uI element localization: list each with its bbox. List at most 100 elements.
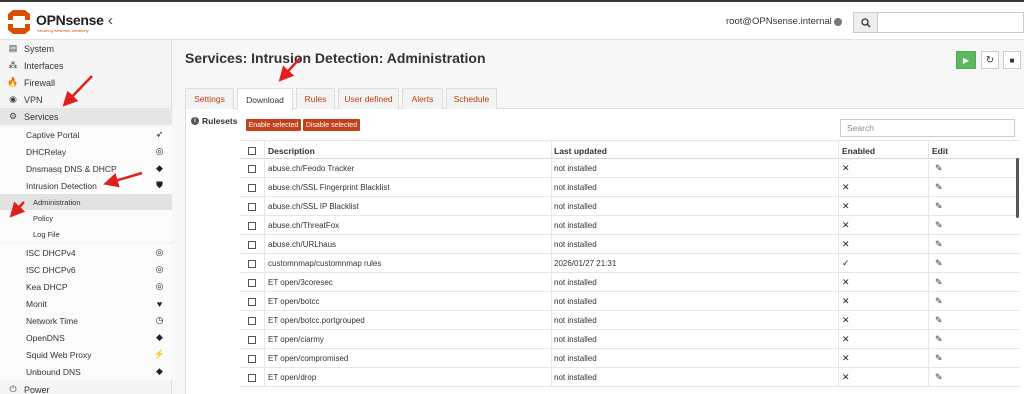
table-row[interactable]: abuse.ch/SSL IP Blacklist not installed ✕ ✎ [240,197,1020,216]
table-scrollbar[interactable] [1016,158,1019,218]
pencil-icon[interactable]: ✎ [935,258,943,269]
tab-user-defined[interactable]: User defined [338,88,399,109]
row-checkbox[interactable] [248,278,256,287]
column-header-enabled[interactable]: Enabled [838,141,928,160]
start-service-button[interactable]: ▶ [956,51,976,69]
table-row[interactable]: abuse.ch/SSL Fingerprint Blacklist not in… [240,178,1020,197]
sidebar-item-system[interactable]: ▤ System [0,40,172,57]
cross-icon[interactable]: ✕ [842,182,850,193]
row-checkbox-cell[interactable] [240,368,264,387]
cross-icon[interactable]: ✕ [842,372,850,383]
sidebar-item-dnsmasq-dns-dhcp[interactable]: Dnsmasq DNS & DHCP ◆ [0,160,172,177]
row-checkbox-cell[interactable] [240,349,264,368]
sidebar-item-monit[interactable]: Monit ♥ [0,295,172,312]
tab-alerts[interactable]: Alerts [402,88,443,109]
row-checkbox-cell[interactable] [240,197,264,216]
checkmark-icon[interactable]: ✓ [842,258,850,269]
pencil-icon[interactable]: ✎ [935,201,943,212]
select-all-checkbox[interactable] [248,146,256,155]
row-checkbox-cell[interactable] [240,254,264,273]
row-checkbox[interactable] [248,373,256,382]
search-icon[interactable] [853,12,878,33]
table-row[interactable]: abuse.ch/ThreatFox not installed ✕ ✎ [240,216,1020,235]
sidebar-item-isc-dhcpv4[interactable]: ISC DHCPv4 ◎ [0,244,172,261]
row-checkbox[interactable] [248,221,256,230]
table-row[interactable]: ET open/drop not installed ✕ ✎ [240,368,1020,387]
table-row[interactable]: customnmap/customnmap rules 2026/01/27 21… [240,254,1020,273]
cross-icon[interactable]: ✕ [842,334,850,345]
reload-button[interactable]: ↻ [981,51,999,69]
cross-icon[interactable]: ✕ [842,201,850,212]
table-row[interactable]: abuse.ch/URLhaus not installed ✕ ✎ [240,235,1020,254]
row-checkbox[interactable] [248,259,256,268]
sidebar-item-log-file[interactable]: Log File [0,226,172,242]
row-checkbox[interactable] [248,240,256,249]
opnsense-logo[interactable]: OPNsense Securing networks, intuitively [6,8,106,36]
sidebar-item-administration[interactable]: Administration [0,194,172,210]
table-row[interactable]: ET open/3coresec not installed ✕ ✎ [240,273,1020,292]
row-checkbox-cell[interactable] [240,216,264,235]
column-header-last-updated[interactable]: Last updated [551,141,838,160]
sidebar-item-services[interactable]: ⚙ Services [0,108,172,125]
sidebar-item-intrusion-detection[interactable]: Intrusion Detection ⛊ [0,177,172,194]
row-checkbox[interactable] [248,335,256,344]
row-checkbox[interactable] [248,316,256,325]
row-checkbox[interactable] [248,202,256,211]
sidebar-item-unbound-dns[interactable]: Unbound DNS ◆ [0,363,172,380]
sidebar-item-opendns[interactable]: OpenDNS ◆ [0,329,172,346]
table-row[interactable]: ET open/compromised not installed ✕ ✎ [240,349,1020,368]
row-checkbox[interactable] [248,354,256,363]
row-checkbox-cell[interactable] [240,311,264,330]
cross-icon[interactable]: ✕ [842,220,850,231]
sidebar-item-captive-portal[interactable]: Captive Portal ➶ [0,126,172,143]
sidebar-item-policy[interactable]: Policy [0,210,172,226]
global-search-input[interactable] [877,12,1024,33]
pencil-icon[interactable]: ✎ [935,182,943,193]
sidebar-item-dhcrelay[interactable]: DHCRelay ◎ [0,143,172,160]
tab-rules[interactable]: Rules [296,88,335,109]
pencil-icon[interactable]: ✎ [935,353,943,364]
pencil-icon[interactable]: ✎ [935,239,943,250]
row-checkbox[interactable] [248,164,256,173]
pencil-icon[interactable]: ✎ [935,220,943,231]
pencil-icon[interactable]: ✎ [935,277,943,288]
sidebar-item-squid-web-proxy[interactable]: Squid Web Proxy ⚡ [0,346,172,363]
column-header-description[interactable]: Description [264,141,551,160]
sidebar-item-firewall[interactable]: 🔥 Firewall [0,74,172,91]
row-checkbox-cell[interactable] [240,235,264,254]
user-label[interactable]: root@OPNsense.internal [726,16,832,27]
cross-icon[interactable]: ✕ [842,239,850,250]
tab-download[interactable]: Download [237,88,293,110]
sidebar-item-network-time[interactable]: Network Time ◷ [0,312,172,329]
pencil-icon[interactable]: ✎ [935,334,943,345]
pencil-icon[interactable]: ✎ [935,315,943,326]
stop-service-button[interactable]: ■ [1003,51,1021,69]
chevron-left-icon[interactable]: ‹ [108,12,113,29]
pencil-icon[interactable]: ✎ [935,296,943,307]
row-checkbox[interactable] [248,183,256,192]
tab-schedule[interactable]: Schedule [446,88,497,109]
cross-icon[interactable]: ✕ [842,315,850,326]
cross-icon[interactable]: ✕ [842,353,850,364]
select-all-checkbox-cell[interactable] [240,141,264,160]
disable-selected-button[interactable]: Disable selected [303,119,360,131]
enable-selected-button[interactable]: Enable selected [246,119,301,131]
tab-settings[interactable]: Settings [185,88,234,109]
column-header-edit[interactable]: Edit [928,141,1014,160]
pencil-icon[interactable]: ✎ [935,372,943,383]
cross-icon[interactable]: ✕ [842,296,850,307]
row-checkbox-cell[interactable] [240,330,264,349]
ruleset-search-input[interactable] [840,119,1015,137]
row-checkbox[interactable] [248,297,256,306]
cross-icon[interactable]: ✕ [842,277,850,288]
sidebar-item-isc-dhcpv6[interactable]: ISC DHCPv6 ◎ [0,261,172,278]
table-row[interactable]: ET open/botcc not installed ✕ ✎ [240,292,1020,311]
sidebar-item-vpn[interactable]: ◉ VPN [0,91,172,108]
pencil-icon[interactable]: ✎ [935,163,943,174]
row-checkbox-cell[interactable] [240,273,264,292]
row-checkbox-cell[interactable] [240,178,264,197]
table-row[interactable]: ET open/botcc.portgrouped not installed ✕ ✎ [240,311,1020,330]
sidebar-item-kea-dhcp[interactable]: Kea DHCP ◎ [0,278,172,295]
row-checkbox-cell[interactable] [240,292,264,311]
status-dot[interactable] [834,18,842,26]
